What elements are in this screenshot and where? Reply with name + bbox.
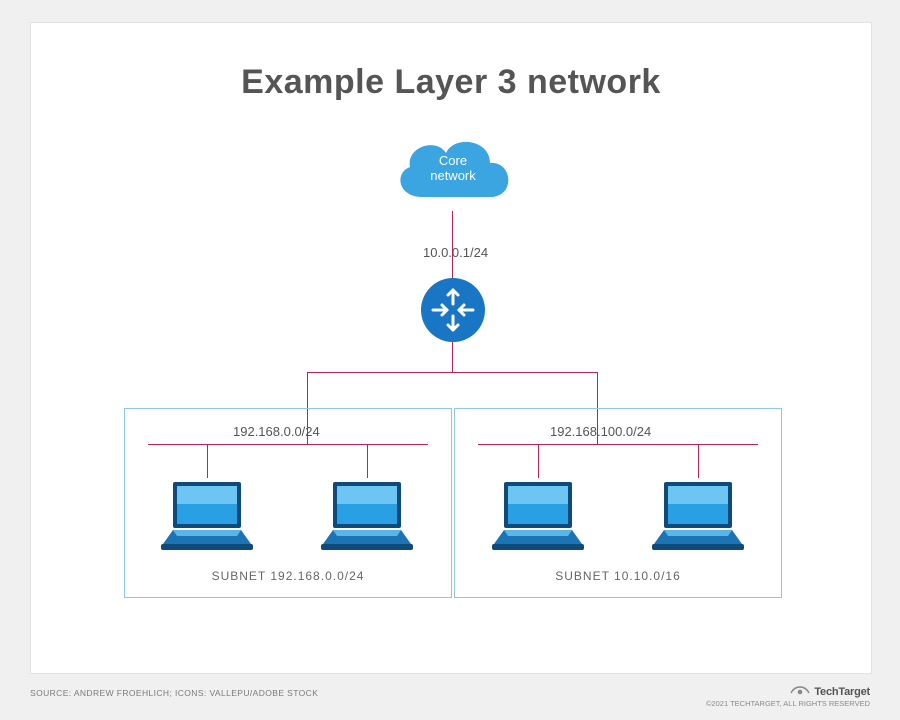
footer-source: SOURCE: ANDREW FROEHLICH; ICONS: VALLEPU… — [30, 688, 318, 698]
cloud-label-line1: Core — [439, 153, 467, 168]
brand-text: TechTarget — [814, 686, 870, 698]
subnet-left-ip: 192.168.0.0/24 — [233, 424, 320, 439]
core-ip-label: 10.0.0.1/24 — [423, 245, 488, 260]
laptop-icon — [486, 478, 590, 554]
cloud-label-line2: network — [430, 168, 476, 183]
cloud-label: Core network — [388, 153, 518, 183]
eye-icon — [790, 682, 810, 700]
copyright-text: ©2021 TECHTARGET, ALL RIGHTS RESERVED — [706, 699, 870, 708]
link-cloud-router — [452, 211, 453, 278]
diagram-canvas: Example Layer 3 network Core network 10.… — [30, 22, 872, 674]
link-horizontal-split — [307, 372, 597, 373]
laptop-icon — [646, 478, 750, 554]
footer-brand-block: TechTarget ©2021 TECHTARGET, ALL RIGHTS … — [706, 682, 870, 708]
link-router-down — [452, 342, 453, 372]
diagram-title: Example Layer 3 network — [31, 63, 871, 102]
laptop-icon — [155, 478, 259, 554]
laptop-icon — [315, 478, 419, 554]
cloud-icon: Core network — [388, 131, 518, 211]
subnet-left-name: SUBNET 192.168.0.0/24 — [125, 569, 451, 583]
subnet-right-ip: 192.168.100.0/24 — [550, 424, 651, 439]
router-icon — [421, 278, 485, 342]
subnet-right-name: SUBNET 10.10.0/16 — [455, 569, 781, 583]
